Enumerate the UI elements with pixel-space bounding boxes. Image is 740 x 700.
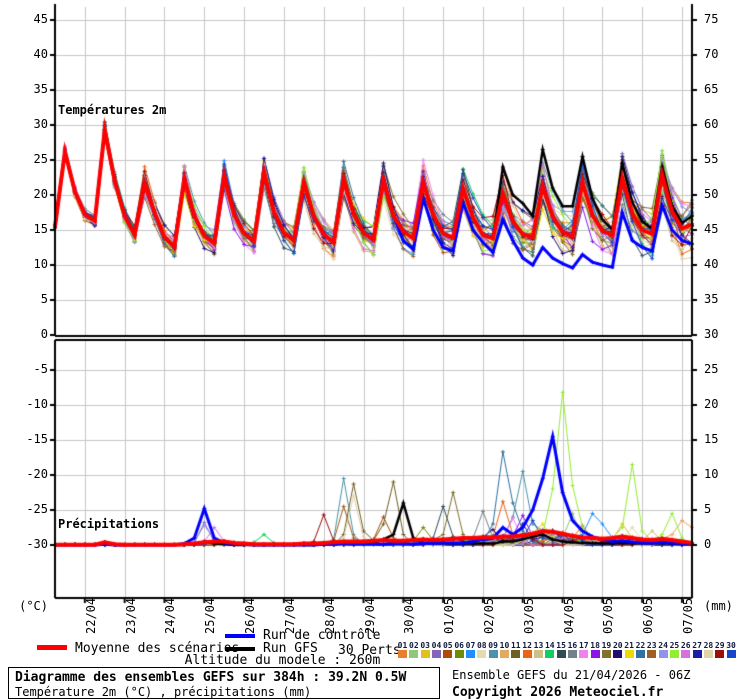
- chart-info-box: Diagramme des ensembles GEFS sur 384h : …: [8, 667, 440, 699]
- pert-number-label: 23: [645, 641, 658, 650]
- pert-color-swatch: [625, 650, 634, 658]
- pert-color-swatch: [602, 650, 611, 658]
- pert-color-swatch: [670, 650, 679, 658]
- precipitation-panel-title: Précipitations: [58, 517, 159, 531]
- pert-number-label: 07: [464, 641, 477, 650]
- pert-color-swatch: [681, 650, 690, 658]
- pert-number-label: 02: [407, 641, 420, 650]
- pert-color-swatch: [636, 650, 645, 658]
- pert-number-label: 24: [657, 641, 670, 650]
- pert-number-label: 11: [509, 641, 522, 650]
- ensemble-plot-canvas: [0, 0, 740, 640]
- temperature-panel-title: Températures 2m: [58, 103, 166, 117]
- right-axis-unit: (mm): [704, 599, 738, 613]
- pert-color-swatch: [557, 650, 566, 658]
- pert-number-label: 17: [577, 641, 590, 650]
- pert-color-swatch: [534, 650, 543, 658]
- ensemble-forecast-page: 454035302520151050-5-10-15-20-25-3075706…: [0, 0, 740, 700]
- pert-number-label: 22: [634, 641, 647, 650]
- pert-number-label: 21: [623, 641, 636, 650]
- pert-number-label: 05: [441, 641, 454, 650]
- pert-color-swatch: [647, 650, 656, 658]
- pert-color-swatch: [715, 650, 724, 658]
- pert-number-label: 12: [521, 641, 534, 650]
- pert-color-swatch: [659, 650, 668, 658]
- pert-color-swatch: [704, 650, 713, 658]
- pert-number-label: 13: [532, 641, 545, 650]
- legend-swatch-gfs-run: [225, 647, 255, 651]
- pert-number-label: 08: [475, 641, 488, 650]
- legend-swatch-control-run: [225, 634, 255, 638]
- pert-color-swatch: [545, 650, 554, 658]
- pert-number-label: 14: [543, 641, 556, 650]
- pert-number-label: 28: [702, 641, 715, 650]
- copyright-text: Copyright 2026 Meteociel.fr: [452, 685, 663, 700]
- pert-color-swatch: [613, 650, 622, 658]
- pert-color-swatch: [511, 650, 520, 658]
- pert-number-label: 16: [566, 641, 579, 650]
- legend-swatch-mean: [37, 645, 67, 650]
- pert-color-swatch: [591, 650, 600, 658]
- pert-number-label: 26: [679, 641, 692, 650]
- pert-color-swatch: [523, 650, 532, 658]
- chart-subtitle: Température 2m (°C) , précipitations (mm…: [15, 685, 311, 699]
- pert-number-label: 30: [725, 641, 738, 650]
- pert-number-label: 09: [487, 641, 500, 650]
- pert-number-label: 19: [600, 641, 613, 650]
- pert-number-label: 25: [668, 641, 681, 650]
- pert-number-label: 29: [713, 641, 726, 650]
- pert-number-label: 10: [498, 641, 511, 650]
- left-axis-unit: (°C): [14, 599, 48, 613]
- pert-color-swatch: [568, 650, 577, 658]
- run-info-text: Ensemble GEFS du 21/04/2026 - 06Z: [452, 668, 690, 682]
- chart-title: Diagramme des ensembles GEFS sur 384h : …: [15, 670, 406, 685]
- pert-number-label: 06: [453, 641, 466, 650]
- pert-number-label: 20: [611, 641, 624, 650]
- pert-number-label: 18: [589, 641, 602, 650]
- pert-color-swatch: [727, 650, 736, 658]
- pert-number-label: 03: [419, 641, 432, 650]
- pert-number-label: 15: [555, 641, 568, 650]
- pert-color-swatch: [693, 650, 702, 658]
- model-altitude-text: Altitude du modele : 260m: [55, 653, 510, 668]
- pert-number-label: 27: [691, 641, 704, 650]
- pert-color-swatch: [579, 650, 588, 658]
- pert-number-label: 04: [430, 641, 443, 650]
